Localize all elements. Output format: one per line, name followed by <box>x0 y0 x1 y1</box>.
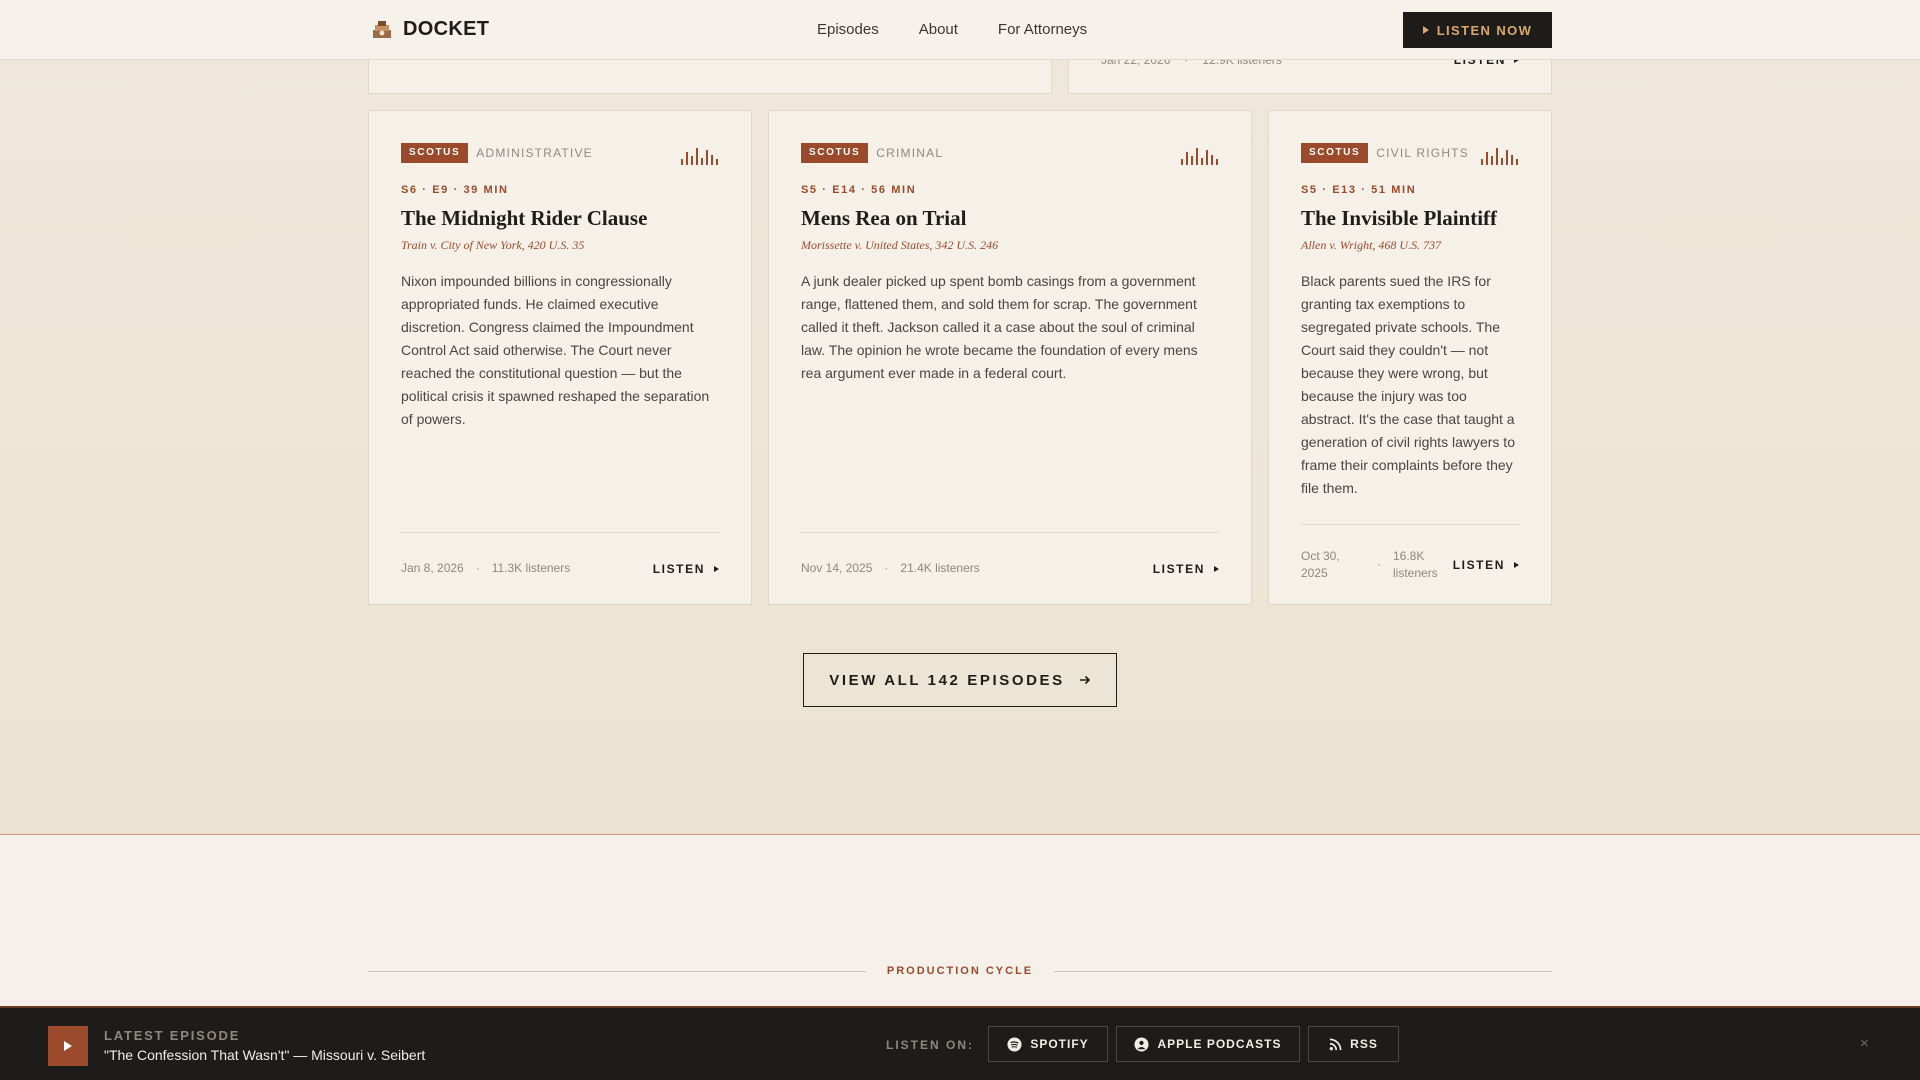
court-badge: SCOTUS <box>401 143 469 163</box>
spotify-button[interactable]: SPOTIFY <box>988 1026 1108 1062</box>
view-all-episodes-button[interactable]: VIEW ALL 142 EPISODES <box>803 653 1117 707</box>
apple-podcasts-icon <box>1134 1036 1150 1052</box>
episode-listeners: 21.4K listeners <box>900 561 980 575</box>
waveform-icon <box>681 148 718 165</box>
episode-card[interactable]: SCOTUS CRIMINAL S5 · E14 · 56 MIN Mens R… <box>768 110 1252 605</box>
card-tags: SCOTUS ADMINISTRATIVE <box>401 143 719 163</box>
episode-date: Oct 30, 2025 <box>1301 548 1340 580</box>
episode-listeners: 11.3K listeners <box>491 561 571 575</box>
play-icon <box>1214 565 1219 572</box>
episode-date: Jan 8, 2026 <box>401 561 464 575</box>
category-label: CRIMINAL <box>876 146 944 160</box>
episode-description: Nixon impounded billions in congressiona… <box>401 273 710 427</box>
meta-separator: · <box>1377 557 1381 571</box>
view-all-label: VIEW ALL 142 EPISODES <box>829 671 1065 689</box>
episode-title[interactable]: Mens Rea on Trial <box>801 206 1219 231</box>
listen-label: LISTEN <box>652 561 705 576</box>
close-player-button[interactable]: × <box>1860 1035 1869 1052</box>
court-badge: SCOTUS <box>801 143 869 163</box>
gavel-book-icon <box>373 20 391 38</box>
rss-label: RSS <box>1350 1037 1378 1051</box>
nav-link-about[interactable]: About <box>919 21 958 38</box>
waveform-icon <box>1181 148 1218 165</box>
play-icon <box>64 1041 72 1051</box>
player-bar: LATEST EPISODE "The Confession That Wasn… <box>0 1006 1920 1080</box>
rss-icon <box>1329 1038 1342 1050</box>
play-icon <box>714 565 719 572</box>
episode-card[interactable]: SCOTUS ADMINISTRATIVE S6 · E9 · 39 MIN T… <box>368 110 752 605</box>
episode-description: A junk dealer picked up spent bomb casin… <box>801 273 1198 381</box>
production-cycle-heading: PRODUCTION CYCLE <box>886 965 1034 977</box>
episode-meta: S5 · E13 · 51 MIN <box>1301 184 1417 196</box>
production-section <box>0 834 1920 1006</box>
card-footer: Jan 8, 2026 · 11.3K listeners LISTEN <box>401 532 719 604</box>
episode-description: Black parents sued the IRS for granting … <box>1301 273 1515 496</box>
nav-links: Episodes About For Attorneys <box>817 21 1087 38</box>
play-button[interactable] <box>48 1026 88 1066</box>
meta-separator: · <box>475 561 480 575</box>
card-footer: Nov 14, 2025 · 21.4K listeners LISTEN <box>801 532 1219 604</box>
card-footer: Oct 30, 2025 · 16.8K listeners LISTEN <box>1301 524 1519 604</box>
arrow-right-icon <box>1079 675 1090 685</box>
spotify-icon <box>1007 1036 1022 1052</box>
episode-title[interactable]: The Invisible Plaintiff <box>1301 206 1519 231</box>
listen-link[interactable]: LISTEN <box>1153 562 1219 576</box>
meta-separator: · <box>884 561 889 575</box>
listen-now-button[interactable]: LISTEN NOW <box>1403 12 1552 48</box>
play-icon <box>1422 26 1429 34</box>
category-label: CIVIL RIGHTS <box>1376 146 1469 160</box>
episode-meta: S6 · E9 · 39 MIN <box>401 184 509 196</box>
latest-episode: LATEST EPISODE "The Confession That Wasn… <box>104 1028 425 1063</box>
brand-name: DOCKET <box>403 18 490 40</box>
apple-podcasts-label: APPLE PODCASTS <box>1157 1037 1282 1051</box>
waveform-icon <box>1481 148 1518 165</box>
listen-link[interactable]: LISTEN <box>653 562 719 576</box>
spotify-label: SPOTIFY <box>1030 1037 1089 1051</box>
listen-label: LISTEN <box>1152 561 1205 576</box>
case-citation: Morissette v. United States, 342 U.S. 24… <box>801 238 999 252</box>
court-badge: SCOTUS <box>1301 143 1369 163</box>
case-citation: Train v. City of New York, 420 U.S. 35 <box>401 238 585 252</box>
episode-meta: S5 · E14 · 56 MIN <box>801 184 917 196</box>
episode-listeners: 16.8K listeners <box>1393 548 1438 580</box>
card-tags: SCOTUS CRIMINAL <box>801 143 1219 163</box>
listen-label: LISTEN <box>1452 557 1505 572</box>
episode-card[interactable]: SCOTUS CIVIL RIGHTS S5 · E13 · 51 MIN Th… <box>1268 110 1552 605</box>
latest-episode-label: LATEST EPISODE <box>104 1028 241 1043</box>
play-icon <box>1514 561 1519 568</box>
latest-episode-title[interactable]: "The Confession That Wasn't" — Missouri … <box>104 1047 425 1063</box>
rss-button[interactable]: RSS <box>1308 1026 1399 1062</box>
case-citation: Allen v. Wright, 468 U.S. 737 <box>1301 238 1442 252</box>
episode-title[interactable]: The Midnight Rider Clause <box>401 206 719 231</box>
top-nav: DOCKET Episodes About For Attorneys LIST… <box>0 0 1920 60</box>
apple-podcasts-button[interactable]: APPLE PODCASTS <box>1116 1026 1300 1062</box>
nav-link-episodes[interactable]: Episodes <box>817 21 879 38</box>
episode-date: Nov 14, 2025 <box>801 561 873 575</box>
nav-link-for-attorneys[interactable]: For Attorneys <box>998 21 1087 38</box>
brand-logo[interactable]: DOCKET <box>371 18 489 41</box>
listen-link[interactable]: LISTEN <box>1453 558 1519 572</box>
category-label: ADMINISTRATIVE <box>476 146 593 160</box>
listen-on-label: LISTEN ON: <box>886 1038 974 1052</box>
listen-now-label: LISTEN NOW <box>1436 22 1533 38</box>
